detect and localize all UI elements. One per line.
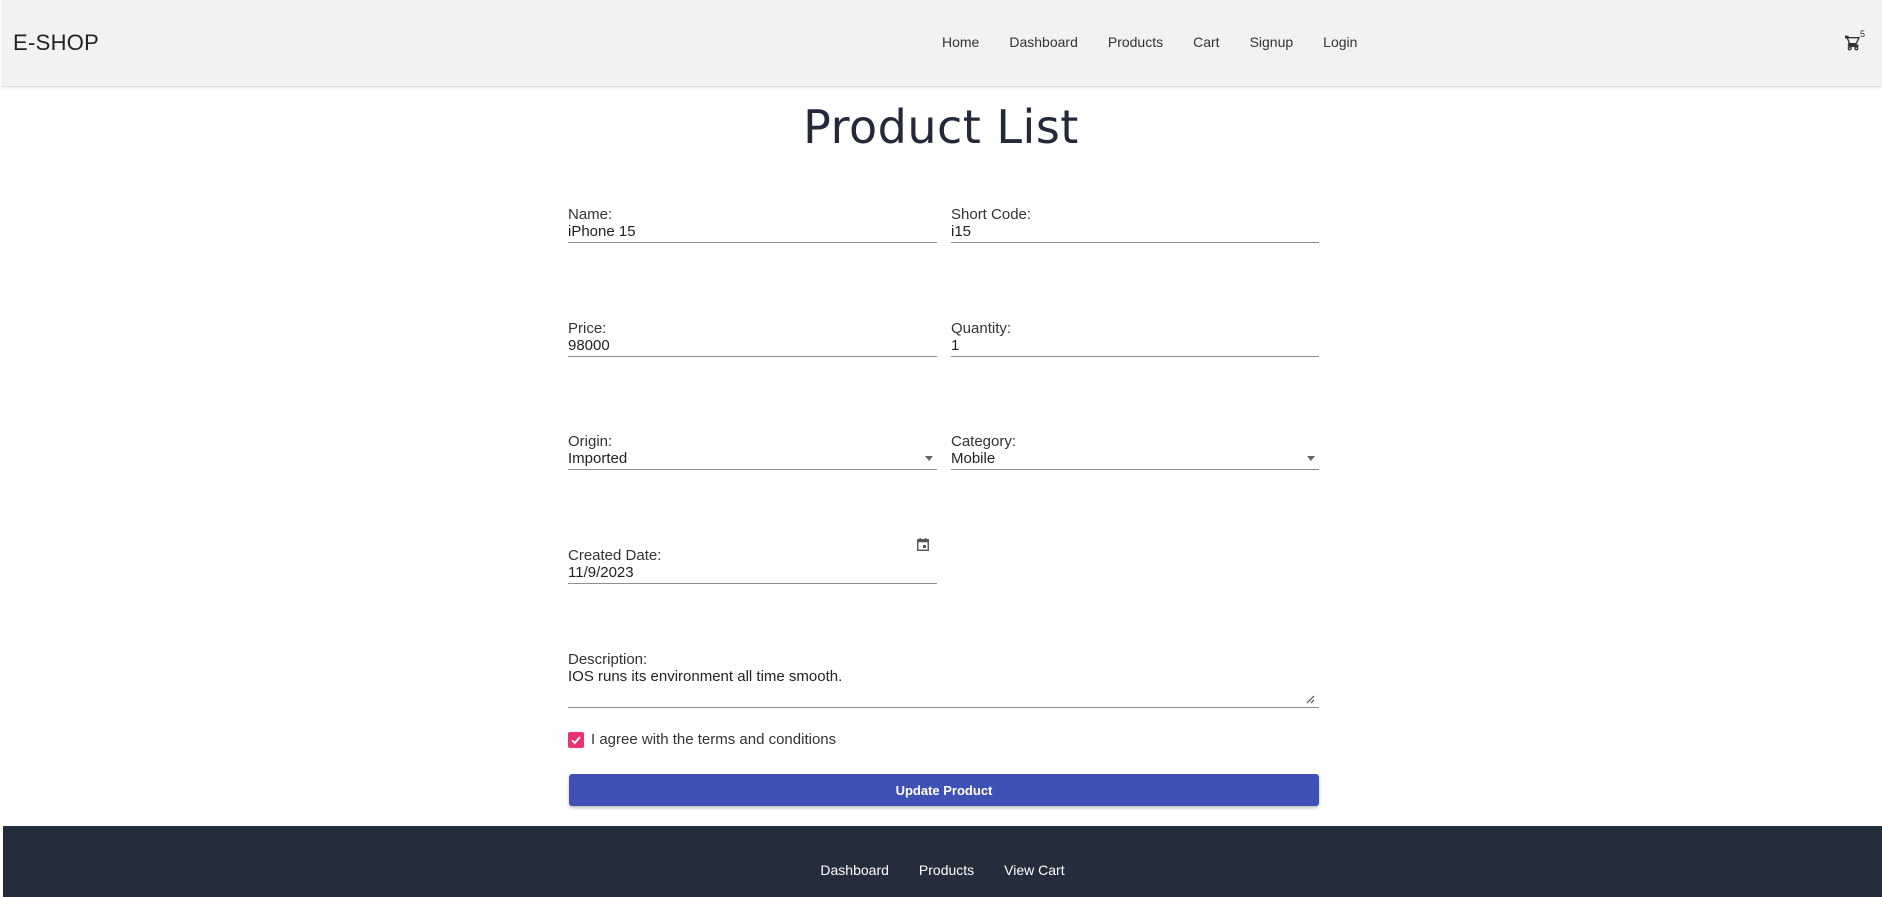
description-textarea[interactable]: IOS runs its environment all time smooth… xyxy=(568,668,842,685)
terms-checkbox-row[interactable]: I agree with the terms and conditions xyxy=(568,731,836,748)
calendar-icon[interactable] xyxy=(917,538,929,551)
quantity-label: Quantity: xyxy=(951,320,1012,337)
category-select[interactable]: Category: Mobile xyxy=(951,433,1319,470)
name-label: Name: xyxy=(568,206,613,223)
footer-link-products[interactable]: Products xyxy=(919,862,974,878)
cart-icon xyxy=(1845,35,1861,51)
description-field[interactable]: Description: IOS runs its environment al… xyxy=(568,651,1319,708)
nav-link-dashboard[interactable]: Dashboard xyxy=(1009,34,1078,50)
quantity-input[interactable]: 1 xyxy=(951,337,959,354)
short-code-input[interactable]: i15 xyxy=(951,223,971,240)
check-icon xyxy=(571,735,581,744)
description-label: Description: xyxy=(568,651,648,668)
nav-link-signup[interactable]: Signup xyxy=(1250,34,1294,50)
created-date-input[interactable]: 11/9/2023 xyxy=(568,564,634,581)
footer-link-view-cart[interactable]: View Cart xyxy=(1004,862,1064,878)
terms-checkbox[interactable] xyxy=(568,731,584,748)
name-field[interactable]: Name: iPhone 15 xyxy=(568,206,937,243)
cart-count-badge: 5 xyxy=(1860,29,1866,39)
quantity-field[interactable]: Quantity: 1 xyxy=(951,320,1319,357)
nav-link-login[interactable]: Login xyxy=(1323,34,1357,50)
created-date-field[interactable]: Created Date: 11/9/2023 xyxy=(568,538,937,584)
nav-link-products[interactable]: Products xyxy=(1108,34,1163,50)
resize-handle-icon[interactable] xyxy=(1306,695,1315,704)
cart-button[interactable]: 5 xyxy=(1845,29,1873,55)
category-value[interactable]: Mobile xyxy=(951,450,995,467)
footer-links: Dashboard Products View Cart xyxy=(3,862,1882,878)
price-input[interactable]: 98000 xyxy=(568,337,610,354)
origin-label: Origin: xyxy=(568,433,613,450)
footer-link-dashboard[interactable]: Dashboard xyxy=(820,862,889,878)
origin-value[interactable]: Imported xyxy=(568,450,627,467)
created-date-label: Created Date: xyxy=(568,547,662,564)
chevron-down-icon[interactable] xyxy=(925,456,933,461)
nav-link-home[interactable]: Home xyxy=(942,34,979,50)
brand-logo[interactable]: E-SHOP xyxy=(13,30,99,56)
navbar: E-SHOP Home Dashboard Products Cart Sign… xyxy=(2,0,1882,87)
name-input[interactable]: iPhone 15 xyxy=(568,223,636,240)
update-product-button[interactable]: Update Product xyxy=(569,774,1319,806)
price-label: Price: xyxy=(568,320,607,337)
short-code-label: Short Code: xyxy=(951,206,1032,223)
category-label: Category: xyxy=(951,433,1017,450)
price-field[interactable]: Price: 98000 xyxy=(568,320,937,357)
footer: Dashboard Products View Cart xyxy=(3,826,1882,897)
nav-links: Home Dashboard Products Cart Signup Logi… xyxy=(942,34,1387,50)
terms-label[interactable]: I agree with the terms and conditions xyxy=(591,731,836,748)
nav-link-cart[interactable]: Cart xyxy=(1193,34,1219,50)
page-title: Product List xyxy=(803,100,1079,154)
short-code-field[interactable]: Short Code: i15 xyxy=(951,206,1319,243)
origin-select[interactable]: Origin: Imported xyxy=(568,433,937,470)
chevron-down-icon[interactable] xyxy=(1307,456,1315,461)
